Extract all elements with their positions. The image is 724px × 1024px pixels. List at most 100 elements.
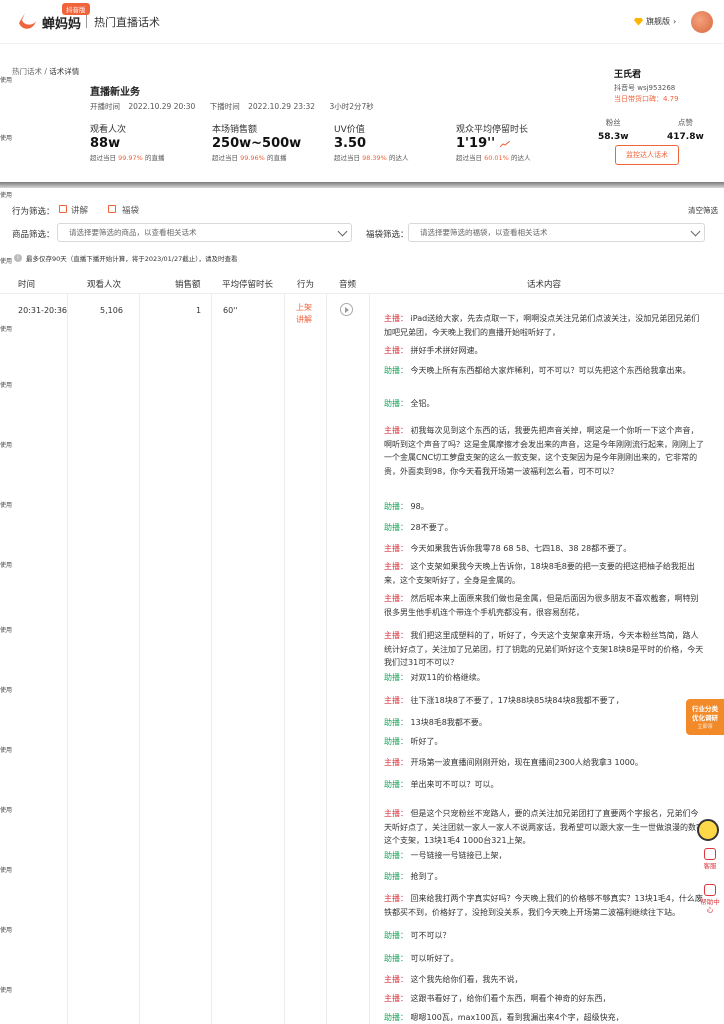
- script-line: 主播： 然后呢本来上面原来我们做也是金属，但是后面因为很多朋友不喜欢截套，啊特别…: [384, 592, 706, 619]
- checkbox-lucky-bag-label[interactable]: 福袋: [122, 204, 139, 216]
- column-divider: [369, 294, 370, 1024]
- breadcrumb-parent[interactable]: 热门话术: [12, 67, 42, 76]
- behavior-tag[interactable]: 上架: [296, 302, 312, 314]
- script-line: 助播： 28不要了。: [384, 521, 706, 535]
- watermark-text: 使用: [0, 927, 13, 934]
- version-switch[interactable]: 旗舰版 ›: [634, 16, 676, 27]
- watermark-text: 使用: [0, 192, 13, 199]
- script-line: 助播： 可以听好了。: [384, 952, 706, 966]
- chevron-down-icon: ›: [673, 17, 677, 26]
- script-line: 主播： 这个我先给你们看，我先不说，: [384, 973, 706, 987]
- watermark-text: 使用: [0, 77, 13, 84]
- clear-filters-button[interactable]: 清空筛选: [688, 205, 718, 216]
- likes-stat: 点赞 417.8w: [667, 118, 704, 142]
- speaker-label: 主播：: [384, 346, 408, 355]
- duration: 3小时2分7秒: [329, 102, 374, 111]
- speaker-label: 主播：: [384, 809, 408, 818]
- column-divider: [67, 294, 68, 1024]
- promo-float-card[interactable]: 行业分类 优化调研 立即领: [686, 699, 724, 735]
- checkbox-explain-label[interactable]: 讲解: [71, 204, 88, 216]
- speaker-label: 助播：: [384, 399, 408, 408]
- page-name: 热门直播话术: [94, 16, 160, 29]
- metric-label: 本场销售额: [212, 125, 258, 135]
- script-line: 主播： 回来给我打两个字真实好吗？今天晚上我们的价格够不够真实？13块1毛4，什…: [384, 892, 706, 919]
- mascot-icon[interactable]: [697, 819, 719, 841]
- top-bar: 蝉妈妈 抖音版 热门直播话术 旗舰版 ›: [0, 0, 724, 44]
- checkbox-explain[interactable]: [59, 205, 67, 213]
- influencer-name[interactable]: 王氏君: [614, 67, 679, 80]
- script-line: 主播： 这跟书看好了，给你们看个东西，啊看个神奇的好东西，: [384, 992, 706, 1006]
- script-line: 助播： 单出来可不可以？可以。: [384, 778, 706, 792]
- metric-value: 3.50: [334, 136, 367, 151]
- speaker-label: 主播：: [384, 544, 408, 553]
- metric-value: 250w~500w: [212, 136, 302, 151]
- help-center-button[interactable]: 帮助中心: [699, 884, 721, 914]
- info-icon: i: [14, 254, 22, 262]
- help-icon: [704, 884, 716, 896]
- script-line: 主播： iPad送给大家，先去点取一下，啊啊没点关注兄弟们点波关注，没加兄弟团兄…: [384, 312, 706, 339]
- start-label: 开播时间: [90, 102, 120, 111]
- script-text: 听好了。: [408, 737, 443, 746]
- trend-icon: [499, 140, 510, 147]
- watermark-text: 使用: [0, 627, 13, 634]
- metric-compare: 超过当日 98.39% 的达人: [334, 154, 409, 162]
- speaker-label: 助播：: [384, 872, 408, 881]
- play-audio-button[interactable]: [340, 303, 353, 316]
- watermark-text: 使用: [0, 807, 13, 814]
- script-line: 助播： 抢到了。: [384, 870, 706, 884]
- speaker-label: 助播：: [384, 780, 408, 789]
- end-label: 下播时间: [209, 102, 240, 111]
- speaker-label: 主播：: [384, 758, 408, 767]
- start-time: 2022.10.29 20:30: [128, 102, 196, 111]
- speaker-label: 主播：: [384, 426, 408, 435]
- avatar[interactable]: [691, 11, 713, 33]
- col-time: 时间: [18, 280, 36, 290]
- watermark-text: 使用: [0, 382, 13, 389]
- behavior-tag[interactable]: 讲解: [296, 314, 312, 326]
- speaker-label: 助播：: [384, 1013, 408, 1022]
- speaker-label: 主播：: [384, 975, 408, 984]
- metric-label: 观众平均停留时长: [456, 125, 529, 135]
- watermark-text: 使用: [0, 747, 13, 754]
- checkbox-lucky-bag[interactable]: [108, 205, 116, 213]
- script-text: 嗯嗯100瓦，max100瓦，看到我漏出来4个字，超级快充，: [408, 1013, 624, 1022]
- metric-compare: 超过当日 99.97% 的直播: [90, 154, 165, 162]
- table-header: 时间 观看人次 销售额 平均停留时长 行为 音频 话术内容: [0, 272, 724, 294]
- retention-note: i 最多仅存90天（直播下播开始计算，将于2023/01/27截止），请及时查看: [14, 253, 238, 263]
- speaker-label: 主播：: [384, 594, 408, 603]
- script-text: 这跟书看好了，给你们看个东西，啊看个神奇的好东西，: [408, 994, 611, 1003]
- column-divider: [211, 294, 212, 1024]
- version-label: 旗舰版: [646, 17, 670, 26]
- script-text: 13块8毛8我都不要。: [408, 718, 487, 727]
- speaker-label: 助播：: [384, 737, 408, 746]
- col-sales: 销售额: [175, 280, 201, 290]
- script-text: 可不可以？: [408, 931, 451, 940]
- diamond-icon: [634, 17, 643, 26]
- lucky-bag-select[interactable]: 请选择要筛选的福袋，以查看相关话术: [408, 223, 705, 242]
- row-behavior[interactable]: 上架 讲解: [296, 302, 312, 326]
- retention-note-text: 最多仅存90天（直播下播开始计算，将于2023/01/27截止），请及时查看: [26, 255, 238, 263]
- speaker-label: 助播：: [384, 523, 408, 532]
- script-text: 回来给我打两个字真实好吗？今天晚上我们的价格够不够真实？13块1毛4，什么废铁都…: [384, 894, 703, 917]
- script-line: 主播： 我们把这里成塑料的了，听好了，今天这个支架拿来开场，今天本粉丝笃简，路人…: [384, 629, 706, 670]
- fans-stat: 粉丝 58.3w: [598, 118, 629, 142]
- speaker-label: 主播：: [384, 562, 408, 571]
- script-text: iPad送给大家，先去点取一下，啊啊没点关注兄弟们点波关注，没加兄弟团兄弟们加吧…: [384, 314, 700, 337]
- col-script: 话术内容: [527, 280, 562, 290]
- end-time: 2022.10.29 23:32: [248, 102, 316, 111]
- col-viewers: 观看人次: [87, 280, 122, 290]
- watermark-text: 使用: [0, 687, 13, 694]
- script-line: 主播： 初我每次见到这个东西的话，我要先把声音关掉，啊这是一个你听一下这个声音，…: [384, 424, 706, 478]
- col-audio: 音频: [339, 280, 357, 290]
- chevron-down-icon: [337, 226, 348, 237]
- product-select[interactable]: 请选择要筛选的商品，以查看相关话术: [57, 223, 352, 242]
- breadcrumb-current: 话术详情: [49, 67, 80, 76]
- script-line: 主播： 这个支架如果我今天晚上告诉你，18块8毛8要的把一支要的把这把柚子给我拒…: [384, 560, 706, 587]
- metric-avg-stay: 观众平均停留时长 1'19'' 超过当日 60.01% 的达人: [456, 122, 530, 162]
- column-divider: [139, 294, 140, 1024]
- douyin-id: 抖音号 wsj953268: [614, 84, 676, 92]
- customer-service-button[interactable]: 客服: [699, 848, 721, 870]
- script-line: 主播： 开场第一波直播间刚刚开始，现在直播间2300人给我拿3 1000。: [384, 756, 706, 770]
- script-line: 助播： 今天晚上所有东西都给大家炸稀利，可不可以？可以先把这个东西给我拿出来。: [384, 364, 706, 378]
- monitor-script-button[interactable]: 监控达人话术: [615, 145, 679, 165]
